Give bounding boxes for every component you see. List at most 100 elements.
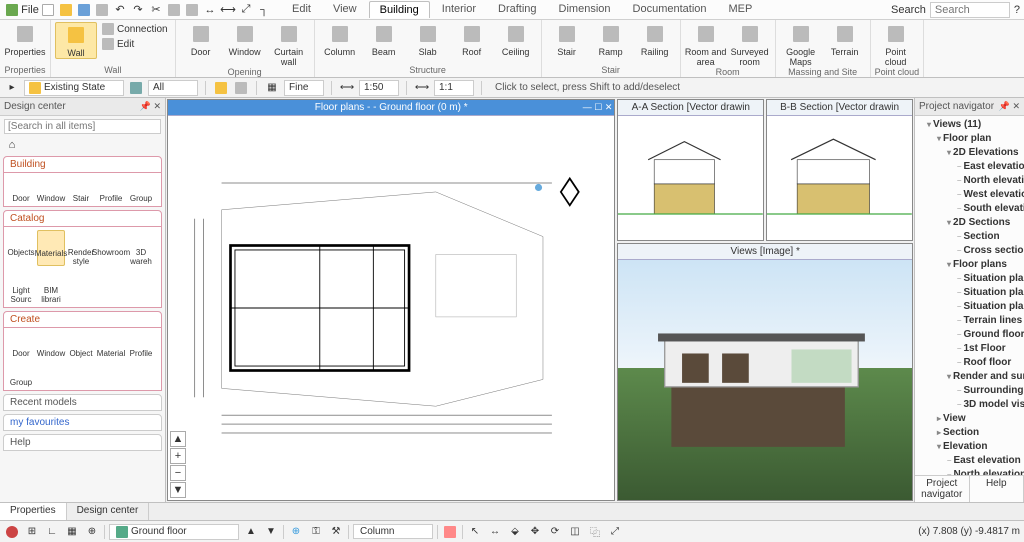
floor-select[interactable]: Ground floor (109, 524, 239, 540)
menu-tab-edit[interactable]: Edit (282, 1, 321, 18)
dim4-icon[interactable]: ┐ (256, 2, 272, 18)
rotate-icon[interactable]: ⟳ (547, 524, 563, 540)
undo-icon[interactable]: ↶ (112, 2, 128, 18)
paste-icon[interactable] (184, 2, 200, 18)
section-a-canvas[interactable] (618, 116, 763, 240)
tree-elevation[interactable]: Elevation East elevationNorth elevationS… (937, 440, 1022, 475)
tab-help[interactable]: Help (970, 476, 1024, 502)
ribbon-beam[interactable]: Beam (363, 22, 405, 57)
pin-icon[interactable]: 📌 ✕ (140, 101, 161, 112)
dc-item-3d-wareh[interactable]: 3D wareh (127, 230, 155, 266)
copy-icon[interactable] (166, 2, 182, 18)
ribbon-point-cloud[interactable]: Point cloud (875, 22, 917, 67)
menu-tab-dimension[interactable]: Dimension (549, 1, 621, 18)
section-recent[interactable]: Recent models (3, 394, 162, 411)
ribbon-slab[interactable]: Slab (407, 22, 449, 57)
ribbon-terrain[interactable]: Terrain (824, 22, 866, 57)
dim3-icon[interactable]: ⤢ (238, 2, 254, 18)
ratio-select[interactable]: 1:1 (434, 80, 474, 96)
ribbon-wall[interactable]: Wall (55, 22, 97, 59)
section-building[interactable]: Building (3, 156, 162, 173)
ortho-icon[interactable]: ⊞ (24, 524, 40, 540)
menu-tab-mep[interactable]: MEP (719, 1, 763, 18)
measure-icon[interactable]: ↔ (487, 524, 503, 540)
tree-item[interactable]: Situation plan 1:250 (957, 272, 1022, 286)
dc-item-light-sourc[interactable]: Light Sourc (7, 268, 35, 304)
project-tree[interactable]: Views (11) Floor plan 2D Elevations East… (915, 116, 1024, 475)
dc-item-window[interactable]: Window (37, 331, 65, 358)
zoom-in-icon[interactable]: + (170, 448, 186, 464)
viewport-section-b[interactable]: B-B Section [Vector drawin (766, 99, 913, 241)
track-icon[interactable]: ∟ (44, 524, 60, 540)
tree-item[interactable]: Situation plan (957, 300, 1022, 314)
ribbon-google-maps[interactable]: Google Maps (780, 22, 822, 67)
pin-icon[interactable]: 📌 ✕ (999, 101, 1020, 112)
save-icon[interactable] (76, 2, 92, 18)
tree-item[interactable]: North elevation (947, 468, 1022, 475)
menu-tab-documentation[interactable]: Documentation (623, 1, 717, 18)
tree-floorplan[interactable]: Floor plan 2D Elevations East elevationN… (937, 132, 1022, 412)
tree-item[interactable]: 1st Floor (957, 342, 1022, 356)
tree-item[interactable]: Cross section (957, 244, 1022, 258)
dc-item-door[interactable]: Door (7, 176, 35, 203)
arrow-icon[interactable]: ↖ (467, 524, 483, 540)
key-icon[interactable]: ⚿ (308, 524, 324, 540)
ribbon-surveyed-room[interactable]: Surveyed room (729, 22, 771, 67)
dc-item-render-style[interactable]: Render style (67, 230, 95, 266)
dc-item-profile[interactable]: Profile (127, 331, 155, 358)
zoom-out-icon[interactable]: − (170, 465, 186, 481)
scale2-icon[interactable]: ⤢ (607, 524, 623, 540)
state-select[interactable]: Existing State (24, 80, 124, 96)
tab-properties[interactable]: Properties (0, 503, 67, 520)
dc-item-material[interactable]: Material (97, 331, 125, 358)
lock-icon[interactable]: ⊕ (288, 524, 304, 540)
viewport-render[interactable]: Views [Image] * (617, 243, 913, 501)
tree-item[interactable]: Surrounding (957, 384, 1022, 398)
search-help-icon[interactable]: ? (1014, 4, 1020, 16)
copy2-icon[interactable]: ⿻ (587, 524, 603, 540)
up-icon[interactable]: ▲ (243, 524, 259, 540)
dc-item-group[interactable]: Group (7, 360, 35, 387)
dc-item-stair[interactable]: Stair (67, 176, 95, 203)
tree-item[interactable]: Situation plan 1:500 (957, 286, 1022, 300)
dc-item-group[interactable]: Group (127, 176, 155, 203)
viewport-section-a[interactable]: A-A Section [Vector drawin (617, 99, 764, 241)
ribbon-door[interactable]: Door (180, 22, 222, 57)
tree-item[interactable]: Section (957, 230, 1022, 244)
hammer-icon[interactable]: ⚒ (328, 524, 344, 540)
file-menu[interactable]: File (22, 2, 38, 18)
tree-item[interactable]: North elevation (957, 174, 1022, 188)
open-icon[interactable] (58, 2, 74, 18)
tree-floorplans[interactable]: Floor plans Situation plan 1:250Situatio… (947, 258, 1022, 370)
ribbon-stair[interactable]: Stair (546, 22, 588, 57)
dim2-icon[interactable]: ⟷ (220, 2, 236, 18)
axis-icon[interactable]: ⊕ (84, 524, 100, 540)
viewport-floorplan[interactable]: Floor plans - - Ground floor (0 m) * — ☐… (167, 99, 615, 501)
ribbon-railing[interactable]: Railing (634, 22, 676, 57)
ribbon-roof[interactable]: Roof (451, 22, 493, 57)
tree-2d-elevations[interactable]: 2D Elevations East elevationNorth elevat… (947, 146, 1022, 216)
tree-item[interactable]: Terrain lines (957, 314, 1022, 328)
expand-icon[interactable]: ▸ (4, 80, 20, 96)
menu-tab-interior[interactable]: Interior (432, 1, 486, 18)
section-favourites[interactable]: my favourites (3, 414, 162, 431)
tree-2d-sections[interactable]: 2D Sections SectionCross section (947, 216, 1022, 258)
menu-tab-building[interactable]: Building (369, 1, 430, 18)
dc-item-window[interactable]: Window (37, 176, 65, 203)
detail-select[interactable]: Fine (284, 80, 324, 96)
tree-item[interactable]: Ground floor (957, 328, 1022, 342)
snap-icon[interactable] (4, 524, 20, 540)
ratio-icon[interactable]: ⟷ (414, 80, 430, 96)
home-icon[interactable]: ⌂ (4, 137, 20, 153)
dc-item-bim-librari[interactable]: BIM librari (37, 268, 65, 304)
tree-item[interactable]: West elevation (957, 188, 1022, 202)
cut-icon[interactable]: ✂ (148, 2, 164, 18)
menu-tab-drafting[interactable]: Drafting (488, 1, 547, 18)
dc-item-showroom[interactable]: Showroom (97, 230, 125, 266)
tree-section[interactable]: Section (937, 426, 1022, 440)
ribbon-ramp[interactable]: Ramp (590, 22, 632, 57)
ribbon-curtain-wall[interactable]: Curtain wall (268, 22, 310, 67)
ribbon-edit[interactable]: Edit (99, 37, 171, 51)
new-icon[interactable] (40, 2, 56, 18)
tree-item[interactable]: Roof floor (957, 356, 1022, 370)
